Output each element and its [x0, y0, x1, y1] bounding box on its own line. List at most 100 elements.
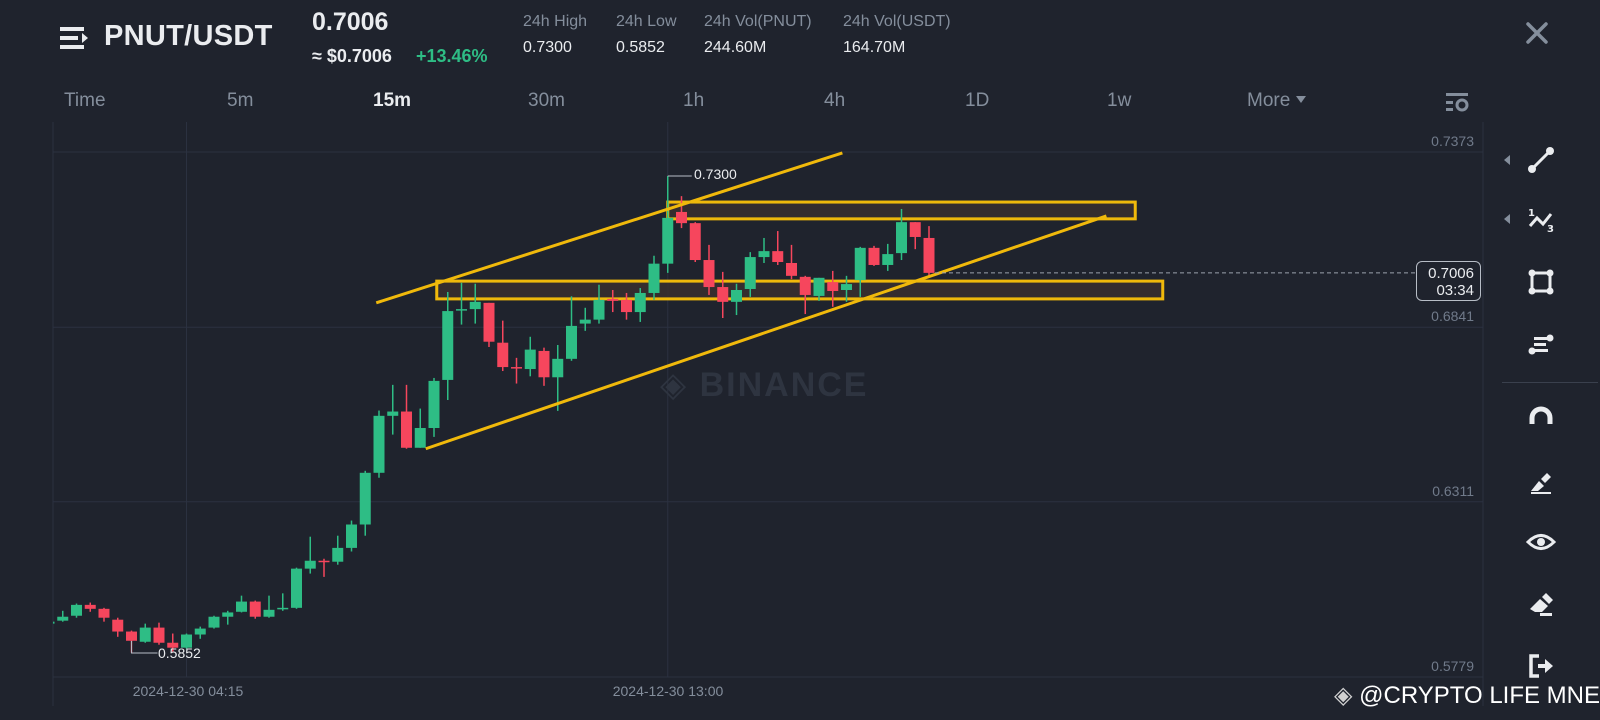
- candle-down: [772, 251, 784, 263]
- binance-watermark: ◈ BINANCE: [660, 366, 869, 404]
- candle-up: [71, 604, 82, 616]
- candle-down: [799, 276, 811, 295]
- expand-arrow-icon[interactable]: [1504, 214, 1510, 224]
- horizontal-lines-icon[interactable]: [1526, 329, 1556, 359]
- pair-title[interactable]: PNUT/USDT: [104, 20, 273, 53]
- caret-down-icon: [1296, 96, 1307, 103]
- fibonacci-icon[interactable]: 13: [1526, 204, 1556, 234]
- tab-30m[interactable]: 30m: [528, 90, 565, 112]
- stat-label-24h-high: 24h High: [523, 13, 588, 30]
- close-icon[interactable]: [1522, 18, 1552, 48]
- menu-icon[interactable]: [60, 25, 90, 51]
- candle-down: [923, 237, 935, 273]
- candle-up: [882, 254, 894, 265]
- candle-down: [318, 560, 330, 563]
- usd-price: ≈ $0.7006: [312, 46, 392, 66]
- tab-5m[interactable]: 5m: [227, 90, 253, 112]
- low-marker-line: [131, 640, 158, 654]
- candle-up: [593, 299, 605, 320]
- tab-15m[interactable]: 15m: [373, 90, 411, 112]
- candle-down: [112, 619, 124, 632]
- candle-up: [332, 547, 344, 562]
- stat-value-vol-base: 244.60M: [704, 39, 767, 56]
- price-axis-label: 0.7373: [1431, 133, 1474, 149]
- candle-down: [98, 608, 110, 618]
- candle-down: [703, 260, 715, 288]
- price-axis-label: 0.5779: [1431, 658, 1474, 674]
- candle-up: [194, 628, 206, 635]
- candle-down: [621, 299, 632, 313]
- last-price: 0.7006: [312, 8, 389, 36]
- candle-down: [497, 342, 509, 368]
- time-axis-label: 2024-12-30 04:15: [132, 683, 244, 699]
- stat-value-24h-high: 0.7300: [523, 39, 572, 56]
- candle-up: [222, 612, 234, 617]
- candle-down: [126, 631, 137, 641]
- author-watermark: ◈ @CRYPTO LIFE MNE: [1334, 681, 1600, 710]
- candle-up: [414, 428, 426, 448]
- rectangle-icon[interactable]: [1526, 267, 1556, 297]
- current-price-tag: 0.7006 03:34: [1416, 261, 1481, 301]
- trend-line-icon[interactable]: [1526, 145, 1556, 175]
- candle-up: [469, 301, 481, 310]
- tab-1h[interactable]: 1h: [683, 90, 704, 112]
- candle-up: [552, 358, 564, 378]
- candle-up: [263, 609, 275, 617]
- candle-down: [868, 247, 880, 265]
- lower-channel-line: [425, 214, 1107, 451]
- candle-down: [909, 222, 921, 237]
- candle-down: [607, 298, 619, 301]
- candle-down: [153, 627, 165, 643]
- candle-up: [758, 251, 770, 258]
- candle-up: [648, 263, 660, 293]
- binance-logo-icon: ◈: [1334, 682, 1353, 709]
- eye-icon[interactable]: [1526, 527, 1556, 557]
- candle-up: [373, 415, 385, 473]
- candle-up: [359, 472, 371, 525]
- candle-up: [291, 568, 302, 608]
- chart-settings-icon[interactable]: [1446, 91, 1470, 113]
- candle-down: [249, 601, 261, 617]
- candle-up: [304, 560, 316, 569]
- candle-up: [744, 257, 756, 290]
- high-marker-label: 0.7300: [694, 166, 737, 182]
- candle-up: [277, 607, 289, 610]
- stat-value-vol-quote: 164.70M: [843, 39, 906, 56]
- tab-1d[interactable]: 1D: [965, 90, 989, 112]
- author-watermark-text: @CRYPTO LIFE MNE: [1359, 682, 1600, 709]
- candle-down: [538, 350, 550, 378]
- candle-countdown: 03:34: [1436, 282, 1474, 299]
- time-axis-label: 2024-12-30 13:00: [612, 683, 724, 699]
- candle-up: [456, 309, 467, 311]
- tab-time[interactable]: Time: [64, 90, 106, 112]
- candle-down: [689, 223, 701, 261]
- candle-up: [896, 222, 907, 254]
- stat-label-vol-quote: 24h Vol(USDT): [843, 13, 951, 30]
- candle-up: [387, 411, 399, 416]
- eraser-icon[interactable]: [1526, 589, 1556, 619]
- price-axis-label: 0.6311: [1432, 483, 1474, 499]
- candle-up: [442, 311, 454, 380]
- stat-value-24h-low: 0.5852: [616, 39, 665, 56]
- candle-up: [841, 284, 852, 291]
- candle-up: [731, 290, 742, 302]
- candle-up: [57, 616, 69, 621]
- candle-up: [579, 319, 591, 324]
- tab-more[interactable]: More: [1247, 90, 1307, 112]
- candle-up: [208, 616, 220, 628]
- candle-up: [566, 325, 577, 359]
- expand-arrow-icon[interactable]: [1504, 155, 1510, 165]
- candle-down: [84, 604, 96, 609]
- candle-down: [717, 287, 729, 302]
- magnet-icon[interactable]: [1526, 403, 1556, 433]
- stat-label-vol-base: 24h Vol(PNUT): [704, 13, 812, 30]
- current-price-value: 0.7006: [1428, 265, 1474, 282]
- candle-up: [236, 601, 247, 612]
- exit-drawing-icon[interactable]: [1526, 651, 1556, 681]
- candle-down: [401, 411, 412, 448]
- tab-4h[interactable]: 4h: [824, 90, 845, 112]
- candle-down: [786, 262, 797, 276]
- brush-icon[interactable]: [1526, 467, 1556, 497]
- candle-up: [346, 524, 357, 548]
- tab-1w[interactable]: 1w: [1107, 90, 1131, 112]
